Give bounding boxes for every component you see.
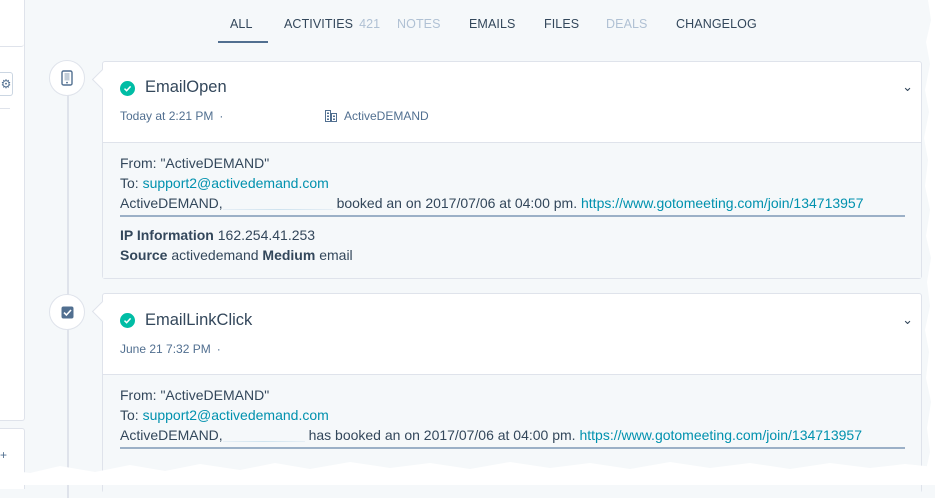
divider <box>120 447 905 449</box>
check-circle-icon <box>120 81 135 96</box>
event-source[interactable]: ActiveDEMAND <box>325 109 429 123</box>
checkbox-icon <box>61 306 73 318</box>
email-details: From: "ActiveDEMAND" To: support2@active… <box>103 142 921 278</box>
activity-card-email-open: EmailOpen Today at 2:21 PM · ActiveDEMAND… <box>91 61 922 279</box>
gear-icon[interactable]: ⚙ <box>0 72 13 96</box>
divider <box>120 215 905 217</box>
event-time: June 21 7:32 PM · <box>120 342 221 356</box>
email-to-link[interactable]: support2@activedemand.com <box>143 407 329 423</box>
tab-activities[interactable]: ACTIVITIES 421 <box>284 17 380 31</box>
meeting-link[interactable]: https://www.gotomeeting.com/join/1347139… <box>581 195 864 211</box>
email-message-line: ActiveDEMAND, booked an on 2017/07/06 at… <box>120 195 864 211</box>
meeting-link[interactable]: https://www.gotomeeting.com/join/1347139… <box>579 427 862 443</box>
timeline-node-email-link-click <box>49 294 85 330</box>
tab-deals[interactable]: DEALS <box>606 17 648 31</box>
left-sidebar-panel <box>0 0 25 421</box>
chevron-down-icon[interactable]: ⌄ <box>902 312 913 328</box>
email-to-link[interactable]: support2@activedemand.com <box>143 175 329 191</box>
tab-files[interactable]: FILES <box>544 17 579 31</box>
activity-tabs: ALL ACTIVITIES 421 NOTES EMAILS FILES DEA… <box>0 0 935 46</box>
check-circle-icon <box>120 313 135 328</box>
tab-notes[interactable]: NOTES <box>397 17 441 31</box>
tab-emails[interactable]: EMAILS <box>469 17 515 31</box>
timeline-line <box>67 78 69 498</box>
email-from: From: "ActiveDEMAND" <box>120 155 270 171</box>
tab-changelog[interactable]: CHANGELOG <box>676 17 757 31</box>
timeline-node-email-open <box>49 60 85 96</box>
source-medium: Source activedemand Medium email <box>120 247 353 263</box>
email-to: To: support2@activedemand.com <box>120 407 329 423</box>
torn-edge-bottom <box>0 462 935 485</box>
redacted-name <box>222 441 305 442</box>
event-time: Today at 2:21 PM · <box>120 109 224 123</box>
chevron-down-icon[interactable]: ⌄ <box>902 79 913 95</box>
active-tab-indicator <box>218 41 268 43</box>
ip-information: IP Information 162.254.41.253 <box>120 227 316 243</box>
card-header[interactable]: EmailLinkClick June 21 7:32 PM · ⌄ <box>103 294 921 374</box>
mobile-phone-icon <box>61 70 73 86</box>
building-icon <box>325 110 337 122</box>
card-header[interactable]: EmailOpen Today at 2:21 PM · ActiveDEMAND… <box>103 62 921 142</box>
tab-all[interactable]: ALL <box>230 17 253 31</box>
activities-count: 421 <box>359 17 381 31</box>
email-to: To: support2@activedemand.com <box>120 175 329 191</box>
email-message-line: ActiveDEMAND, has booked an on 2017/07/0… <box>120 427 862 443</box>
email-from: From: "ActiveDEMAND" <box>120 387 270 403</box>
torn-edge-right <box>924 0 935 485</box>
redacted-name <box>222 209 333 210</box>
event-title: EmailLinkClick <box>145 311 253 329</box>
event-title: EmailOpen <box>145 78 227 96</box>
divider <box>0 108 10 109</box>
